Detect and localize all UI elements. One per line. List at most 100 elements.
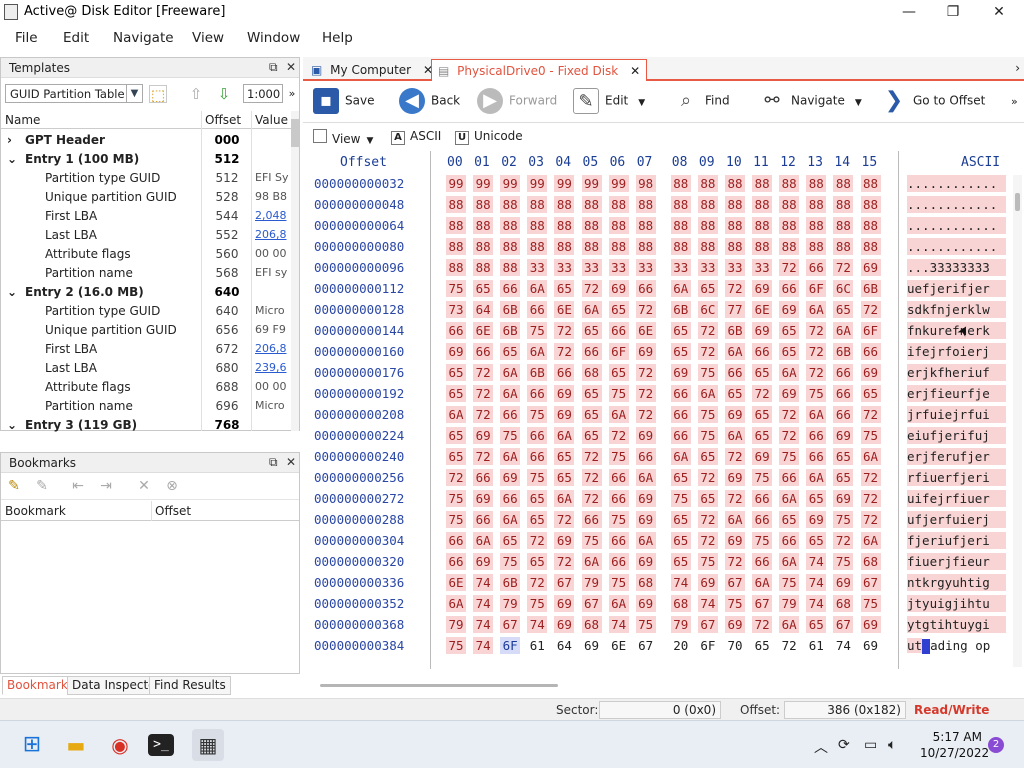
hex-row[interactable]: 000000000144 66 6E 6B 75 72 65 66 6E 65 72 6B 69 65 72… bbox=[303, 320, 1013, 341]
hex-byte[interactable]: 75 bbox=[608, 448, 629, 465]
hex-byte[interactable]: 66 bbox=[670, 385, 691, 402]
hex-byte[interactable]: 75 bbox=[608, 385, 629, 402]
hex-byte[interactable]: 72 bbox=[581, 280, 602, 297]
hex-byte[interactable]: 88 bbox=[581, 196, 602, 213]
hex-byte[interactable]: 69 bbox=[752, 448, 773, 465]
hex-byte[interactable]: 67 bbox=[752, 595, 773, 612]
hex-byte[interactable]: 88 bbox=[500, 217, 521, 234]
hex-byte[interactable]: 6A bbox=[500, 385, 521, 402]
hex-byte[interactable]: 6A bbox=[635, 532, 656, 549]
find-button[interactable]: ⌕ Find bbox=[673, 88, 730, 111]
hex-byte[interactable]: 66 bbox=[670, 406, 691, 423]
chevron-up-icon[interactable]: ︿ bbox=[814, 737, 828, 757]
hex-byte[interactable]: 72 bbox=[635, 364, 656, 381]
hex-byte[interactable]: 6A bbox=[500, 448, 521, 465]
hex-byte[interactable]: 88 bbox=[697, 175, 718, 192]
hex-byte[interactable]: 72 bbox=[806, 364, 827, 381]
hex-byte[interactable]: 6A bbox=[608, 595, 629, 612]
menu-window[interactable]: Window bbox=[247, 30, 300, 46]
ascii-text[interactable]: uifejrfiuer bbox=[907, 490, 1006, 507]
hex-byte[interactable]: 65 bbox=[670, 553, 691, 570]
hex-byte[interactable]: 33 bbox=[752, 259, 773, 276]
hex-row[interactable]: 000000000080 88 88 88 88 88 88 88 88 88 88 88 88 88 88… bbox=[303, 236, 1013, 257]
ascii-text[interactable]: ............ bbox=[907, 217, 1006, 234]
hex-byte[interactable]: 69 bbox=[697, 574, 718, 591]
hex-byte[interactable]: 66 bbox=[752, 490, 773, 507]
hex-row[interactable]: 000000000096 88 88 88 33 33 33 33 33 33 33 33 33 72 66… bbox=[303, 257, 1013, 278]
hex-byte[interactable]: 88 bbox=[697, 196, 718, 213]
hex-byte[interactable]: 6A bbox=[806, 301, 827, 318]
clock[interactable]: 5:17 AM 10/27/2022 bbox=[920, 729, 989, 761]
hex-byte[interactable]: 6B bbox=[860, 280, 881, 297]
hex-byte[interactable]: 6A bbox=[779, 616, 800, 633]
hex-byte[interactable]: 75 bbox=[779, 574, 800, 591]
tab-overflow-icon[interactable]: › bbox=[1015, 61, 1020, 75]
next-bookmark-icon[interactable]: ⇥ bbox=[97, 478, 115, 496]
close-icon[interactable]: ✕ bbox=[286, 455, 296, 469]
tree-field-row[interactable]: Partition name 696 Micro bbox=[1, 397, 291, 416]
hex-byte[interactable]: 72 bbox=[752, 616, 773, 633]
hex-byte[interactable]: 72 bbox=[806, 343, 827, 360]
hex-byte[interactable]: 69 bbox=[860, 259, 881, 276]
hex-row[interactable]: 000000000176 65 72 6A 6B 66 68 65 72 69 75 66 65 6A 72… bbox=[303, 362, 1013, 383]
hex-byte[interactable]: 66 bbox=[527, 427, 548, 444]
edit-bookmark-icon[interactable]: ✎ bbox=[33, 478, 51, 496]
menu-edit[interactable]: Edit bbox=[63, 30, 89, 46]
hex-byte[interactable]: 33 bbox=[554, 259, 575, 276]
hex-byte[interactable]: 88 bbox=[500, 196, 521, 213]
hex-byte[interactable]: 65 bbox=[779, 322, 800, 339]
hex-byte[interactable]: 72 bbox=[527, 574, 548, 591]
hex-byte[interactable]: 69 bbox=[608, 280, 629, 297]
hex-row[interactable]: 000000000192 65 72 6A 66 69 65 75 72 66 6A 65 72 69 75… bbox=[303, 383, 1013, 404]
ascii-text[interactable]: ytgtihtuygi bbox=[907, 616, 1006, 633]
arrow-down-icon[interactable]: ⇩ bbox=[215, 85, 233, 103]
disk-editor-taskbar-icon[interactable]: ▦ bbox=[192, 729, 224, 761]
hex-byte[interactable]: 6A bbox=[500, 511, 521, 528]
hex-byte[interactable]: 88 bbox=[635, 217, 656, 234]
hex-byte[interactable]: 6A bbox=[527, 280, 548, 297]
hex-byte[interactable]: 88 bbox=[446, 259, 466, 276]
hex-byte[interactable]: 65 bbox=[608, 364, 629, 381]
hex-byte[interactable]: 66 bbox=[670, 427, 691, 444]
hex-byte[interactable]: 6E bbox=[752, 301, 773, 318]
hex-byte[interactable]: 88 bbox=[608, 238, 629, 255]
hex-byte[interactable]: 75 bbox=[527, 322, 548, 339]
hex-row[interactable]: 000000000128 73 64 6B 66 6E 6A 65 72 6B 6C 77 6E 69 6A… bbox=[303, 299, 1013, 320]
hex-byte[interactable]: 65 bbox=[833, 301, 854, 318]
ascii-text[interactable]: jtyuigjihtu bbox=[907, 595, 1006, 612]
edit-button[interactable]: ✎ Edit ▼ bbox=[573, 88, 645, 114]
hex-byte[interactable]: 74 bbox=[473, 637, 494, 654]
hex-byte[interactable]: 65 bbox=[446, 448, 466, 465]
hex-byte[interactable]: 88 bbox=[670, 238, 691, 255]
hex-byte[interactable]: 6B bbox=[500, 322, 521, 339]
hex-byte[interactable]: 88 bbox=[608, 196, 629, 213]
hex-byte[interactable]: 66 bbox=[554, 364, 575, 381]
network-icon[interactable]: ▭ bbox=[864, 737, 877, 753]
hex-byte[interactable]: 65 bbox=[752, 406, 773, 423]
hex-byte[interactable]: 88 bbox=[554, 196, 575, 213]
hex-byte[interactable]: 66 bbox=[860, 343, 881, 360]
hex-byte[interactable]: 64 bbox=[554, 637, 574, 654]
hex-byte[interactable]: 6F bbox=[500, 637, 521, 654]
menu-file[interactable]: File bbox=[15, 30, 38, 46]
back-button[interactable]: ◀ Back bbox=[399, 88, 460, 114]
tree-field-row[interactable]: Last LBA 680 239,6 bbox=[1, 359, 291, 378]
hex-byte[interactable]: 69 bbox=[860, 364, 881, 381]
template-apply-icon[interactable]: ⬚ bbox=[149, 85, 167, 104]
hex-byte[interactable]: 6A bbox=[806, 406, 827, 423]
unicode-toggle[interactable]: U Unicode bbox=[455, 129, 523, 145]
chevron-down-icon[interactable]: ▼ bbox=[126, 85, 142, 102]
hex-byte[interactable]: 88 bbox=[860, 175, 881, 192]
hex-byte[interactable]: 72 bbox=[608, 427, 629, 444]
hex-byte[interactable]: 65 bbox=[860, 385, 881, 402]
hex-row[interactable]: 000000000032 99 99 99 99 99 99 99 98 88 88 88 88 88 88… bbox=[303, 173, 1013, 194]
hex-byte[interactable]: 72 bbox=[860, 511, 881, 528]
hex-byte[interactable]: 75 bbox=[752, 469, 773, 486]
hex-byte[interactable]: 66 bbox=[779, 280, 800, 297]
hex-byte[interactable]: 6A bbox=[581, 301, 602, 318]
tree-group-row[interactable]: ⌄ Entry 1 (100 MB) 512 bbox=[1, 150, 291, 169]
hex-byte[interactable]: 69 bbox=[582, 637, 602, 654]
hex-byte[interactable]: 69 bbox=[725, 616, 745, 633]
hex-byte[interactable]: 65 bbox=[670, 469, 691, 486]
tab-physical-drive[interactable]: ▤ PhysicalDrive0 - Fixed Disk ✕ bbox=[431, 59, 648, 81]
